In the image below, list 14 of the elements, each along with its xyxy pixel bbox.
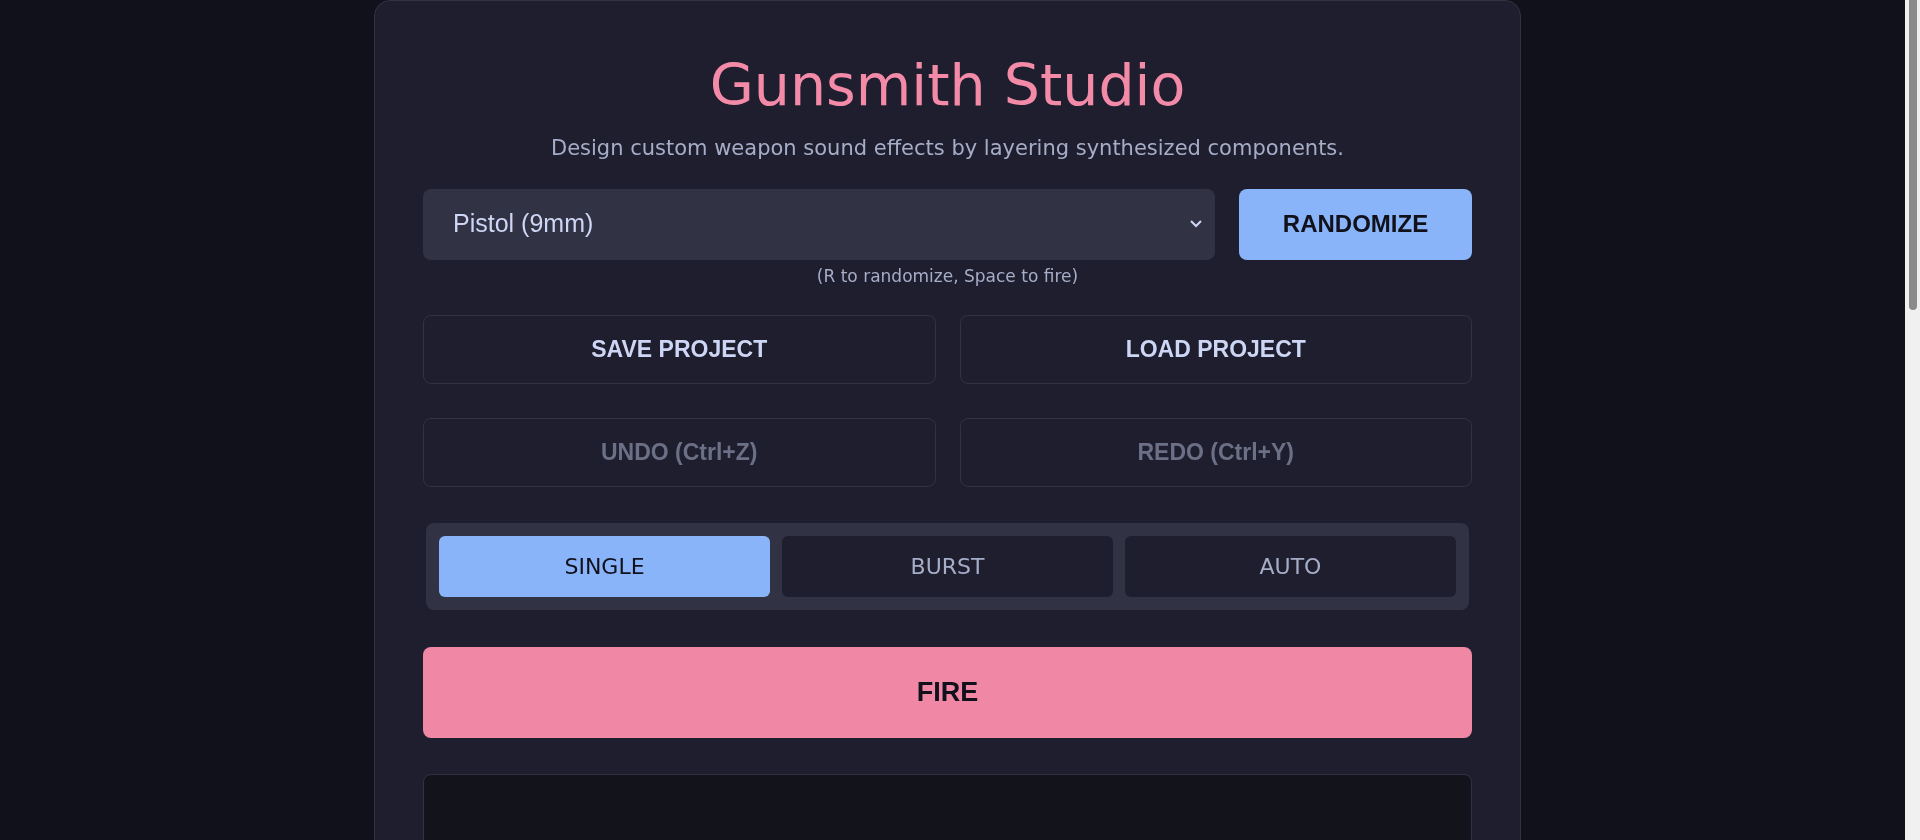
randomize-button[interactable]: RANDOMIZE — [1239, 188, 1472, 260]
fire-mode-tab[interactable]: BURST — [782, 536, 1113, 597]
scrollbar-thumb[interactable] — [1908, 0, 1917, 310]
shortcut-hint: (R to randomize, Space to fire) — [816, 264, 1079, 288]
project-button[interactable]: LOAD PROJECT — [959, 315, 1472, 384]
fire-button[interactable]: FIRE — [423, 647, 1472, 738]
project-button[interactable]: SAVE PROJECT — [423, 315, 936, 384]
fire-mode-tab[interactable]: AUTO — [1125, 536, 1456, 597]
fire-mode-tab[interactable]: SINGLE — [439, 536, 770, 597]
chevron-down-icon — [1189, 219, 1203, 229]
subtitle: Design custom weapon sound effects by layering synthesized components. — [550, 135, 1345, 162]
scrollbar[interactable] — [1905, 0, 1920, 840]
preset-dropdown[interactable]: Pistol (9mm) — [423, 188, 1215, 260]
app-title: Gunsmith Studio — [708, 51, 1187, 120]
